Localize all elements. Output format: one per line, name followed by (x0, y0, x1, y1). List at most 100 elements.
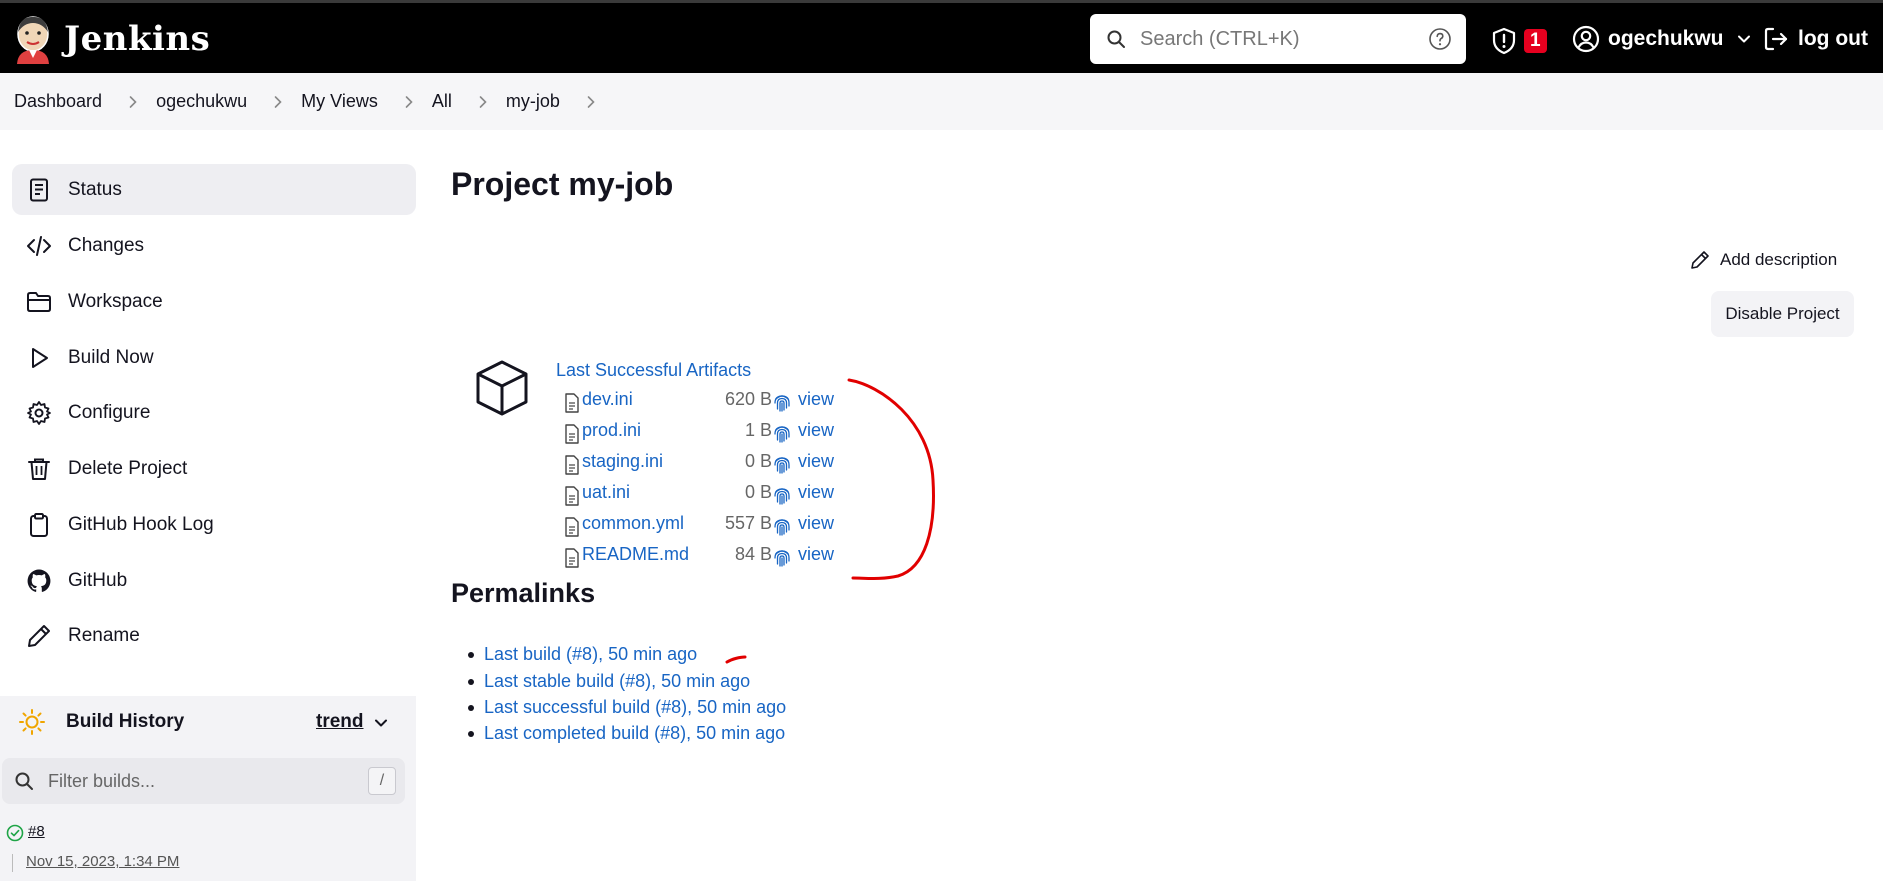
sidebar-item-rename[interactable]: Rename (12, 610, 416, 661)
page-title: Project my-job (451, 166, 674, 202)
artifact-name-link[interactable]: README.md (582, 544, 689, 565)
security-count-badge: 1 (1524, 29, 1547, 53)
list-bullet (468, 679, 474, 685)
permalink-last-successful-build[interactable]: Last successful build (#8), 50 min ago (468, 697, 786, 718)
fingerprint-icon[interactable] (772, 486, 792, 506)
artifact-size: 0 B (744, 482, 772, 502)
user-menu-button[interactable]: ogechukwu (1572, 25, 1752, 53)
search-input[interactable] (1140, 22, 1410, 56)
clipboard-icon (30, 512, 48, 537)
pencil-icon (28, 624, 50, 647)
list-bullet (468, 652, 474, 658)
sidebar-item-configure[interactable]: Configure (12, 387, 416, 438)
jenkins-logo-icon (17, 16, 49, 64)
sidebar-item-build-now[interactable]: Build Now (12, 332, 416, 383)
sidebar-item-github[interactable]: GitHub (12, 555, 416, 606)
fingerprint-icon[interactable] (772, 424, 792, 444)
fingerprint-icon[interactable] (772, 393, 792, 413)
chevron-right-icon (587, 95, 595, 108)
artifact-view-link[interactable]: view (798, 513, 834, 534)
fingerprint-icon[interactable] (772, 455, 792, 475)
artifact-name-link[interactable]: uat.ini (582, 482, 630, 503)
code-icon (27, 235, 51, 256)
chevron-right-icon (129, 95, 137, 108)
artifact-size: 620 B (724, 389, 772, 409)
sidebar-item-status[interactable]: Status (12, 164, 416, 215)
artifact-row: common.yml 557 B view (560, 511, 860, 541)
permalinks-heading: Permalinks (451, 578, 596, 608)
artifact-size: 557 B (724, 513, 772, 533)
trend-link[interactable]: trend (316, 711, 364, 733)
sidebar-item-github-hook-log[interactable]: GitHub Hook Log (12, 499, 416, 550)
jenkins-home-link[interactable]: Jenkins (12, 13, 210, 65)
help-icon[interactable] (1428, 27, 1452, 51)
permalink-label: Last stable build (#8), 50 min ago (484, 671, 751, 691)
artifact-row: staging.ini 0 B view (560, 449, 860, 479)
breadcrumb-user[interactable]: ogechukwu (156, 91, 247, 112)
file-icon (565, 517, 579, 537)
sidebar-item-delete-project[interactable]: Delete Project (12, 443, 416, 494)
breadcrumb-all[interactable]: All (432, 91, 452, 112)
build-date-link[interactable]: Nov 15, 2023, 1:34 PM (26, 853, 179, 870)
list-bullet (468, 731, 474, 737)
build-history-title: Build History (66, 711, 185, 732)
package-box-icon (476, 360, 528, 416)
artifact-size: 0 B (744, 451, 772, 471)
sidebar-item-label: GitHub (68, 569, 128, 591)
breadcrumb-dashboard[interactable]: Dashboard (14, 91, 102, 112)
artifact-view-link[interactable]: view (798, 389, 834, 410)
chevron-down-icon[interactable] (372, 714, 390, 732)
artifact-name-link[interactable]: dev.ini (582, 389, 633, 410)
status-icon (30, 178, 48, 201)
artifact-view-link[interactable]: view (798, 420, 834, 441)
filter-builds-input[interactable] (48, 766, 348, 796)
breadcrumb-my-job[interactable]: my-job (506, 91, 560, 112)
chevron-right-icon (274, 95, 282, 108)
file-icon (565, 424, 579, 444)
sidebar-item-label: Workspace (68, 290, 163, 312)
add-description-button[interactable]: Add description (1690, 250, 1837, 270)
permalink-last-build[interactable]: Last build (#8), 50 min ago (468, 644, 698, 665)
user-name: ogechukwu (1608, 27, 1724, 50)
brand-name: Jenkins (64, 19, 211, 59)
artifact-view-link[interactable]: view (798, 544, 834, 565)
breadcrumb-my-views[interactable]: My Views (301, 91, 378, 112)
last-successful-artifacts-link[interactable]: Last Successful Artifacts (556, 360, 751, 381)
artifact-row: prod.ini 1 B view (560, 418, 860, 448)
artifact-name-link[interactable]: prod.ini (582, 420, 641, 441)
file-icon (565, 486, 579, 506)
logout-label: log out (1798, 27, 1868, 50)
sidebar-item-label: GitHub Hook Log (68, 513, 214, 535)
shield-icon (1492, 27, 1516, 55)
chevron-right-icon (405, 95, 413, 108)
annotation-bracket (847, 378, 935, 580)
build-number-link[interactable]: #8 (28, 823, 45, 840)
github-icon (27, 569, 51, 592)
file-icon (565, 455, 579, 475)
sidebar-item-workspace[interactable]: Workspace (12, 276, 416, 327)
artifact-name-link[interactable]: staging.ini (582, 451, 663, 472)
pencil-icon (1691, 251, 1709, 269)
artifact-view-link[interactable]: view (798, 451, 834, 472)
permalink-label: Last build (#8), 50 min ago (484, 644, 698, 664)
artifact-view-link[interactable]: view (798, 482, 834, 503)
play-icon (32, 347, 48, 368)
user-avatar-icon (1572, 25, 1600, 53)
artifact-name-link[interactable]: common.yml (582, 513, 684, 534)
sidebar-item-changes[interactable]: Changes (12, 220, 416, 271)
logout-button[interactable]: log out (1762, 25, 1868, 53)
permalink-last-completed-build[interactable]: Last completed build (#8), 50 min ago (468, 723, 786, 744)
file-icon (565, 548, 579, 568)
fingerprint-icon[interactable] (772, 548, 792, 568)
artifact-row: uat.ini 0 B view (560, 480, 860, 510)
search-box (1090, 14, 1466, 64)
build-timeline-bar (12, 854, 13, 872)
security-alerts-button[interactable]: 1 (1490, 27, 1547, 55)
fingerprint-icon[interactable] (772, 517, 792, 537)
chevron-down-icon (1737, 35, 1750, 43)
artifact-size: 84 B (734, 544, 772, 564)
disable-project-button[interactable]: Disable Project (1711, 291, 1854, 337)
permalink-last-stable-build[interactable]: Last stable build (#8), 50 min ago (468, 671, 751, 692)
permalink-label: Last completed build (#8), 50 min ago (484, 723, 786, 743)
build-history-header: Build History trend (0, 696, 416, 748)
